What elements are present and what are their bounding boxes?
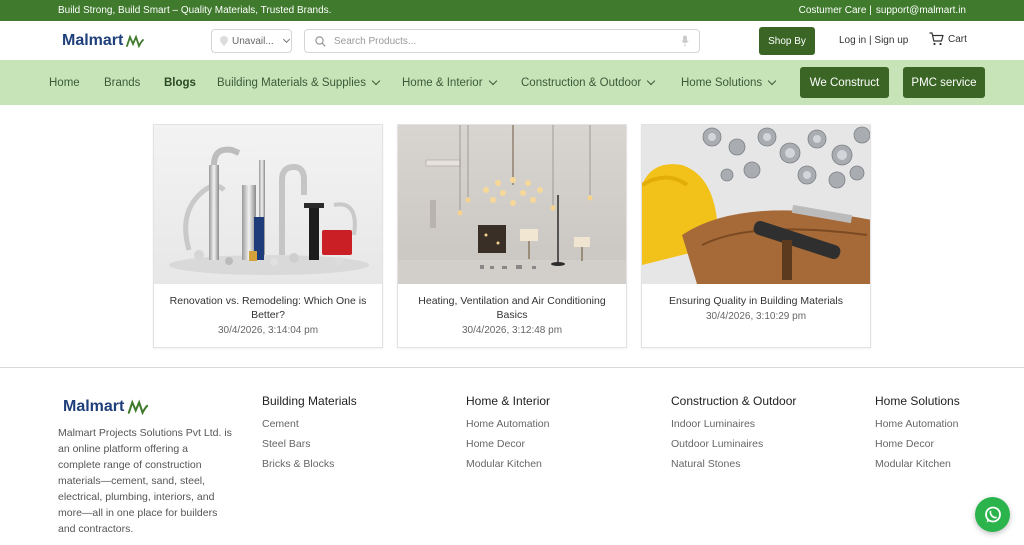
blog-date: 30/4/2026, 3:14:04 pm <box>217 325 319 336</box>
footer-link[interactable]: Steel Bars <box>262 438 357 450</box>
blog-card[interactable]: Renovation vs. Remodeling: Which One is … <box>153 124 383 348</box>
footer-link[interactable]: Home Automation <box>466 418 550 430</box>
whatsapp-chat-button[interactable] <box>975 497 1010 532</box>
customer-care-label: Costumer Care | <box>798 5 872 16</box>
location-value: Unavail... <box>232 35 274 47</box>
blog-date: 30/4/2026, 3:12:48 pm <box>461 325 563 336</box>
main-nav: Home Brands Blogs Building Materials & S… <box>0 60 1024 105</box>
hardhat-pipe-fittings-image[interactable] <box>642 125 870 284</box>
nav-brands[interactable]: Brands <box>104 60 140 105</box>
pmc-service-button[interactable]: PMC service <box>903 67 985 98</box>
footer-link[interactable]: Outdoor Luminaires <box>671 438 796 450</box>
blog-title[interactable]: Renovation vs. Remodeling: Which One is … <box>154 294 382 322</box>
cart-button[interactable]: Cart <box>929 32 967 46</box>
search-icon <box>315 35 326 47</box>
chevron-down-icon <box>646 76 656 86</box>
whatsapp-icon <box>984 506 1001 522</box>
plumbing-fixtures-image[interactable] <box>154 125 382 284</box>
site-footer: Malmart Malmart Projects Solutions Pvt L… <box>0 368 1024 545</box>
cart-label: Cart <box>948 33 967 45</box>
chevron-down-icon <box>371 76 381 86</box>
nav-home[interactable]: Home <box>49 60 80 105</box>
login-signup-link[interactable]: Log in | Sign up <box>839 35 908 46</box>
logo-swoosh-icon <box>126 33 145 48</box>
nav-construction-outdoor-label: Construction & Outdoor <box>521 76 642 89</box>
lighting-fixtures-image[interactable] <box>398 125 626 284</box>
footer-column-building-materials: Building Materials Cement Steel Bars Bri… <box>262 394 357 478</box>
search-input[interactable]: Search Products... <box>334 36 673 47</box>
mic-icon[interactable] <box>681 35 689 47</box>
nav-construction-outdoor[interactable]: Construction & Outdoor <box>521 60 656 105</box>
footer-logo-text: Malmart <box>63 398 125 415</box>
blog-card[interactable]: Ensuring Quality in Building Materials 3… <box>641 124 871 348</box>
footer-link[interactable]: Indoor Luminaires <box>671 418 796 430</box>
nav-home-solutions-label: Home Solutions <box>681 76 763 89</box>
footer-description: Malmart Projects Solutions Pvt Ltd. is a… <box>58 427 232 535</box>
blog-date: 30/4/2026, 3:10:29 pm <box>705 311 807 322</box>
nav-home-label: Home <box>49 76 80 89</box>
footer-column-home-interior: Home & Interior Home Automation Home Dec… <box>466 394 550 478</box>
footer-column-home-solutions: Home Solutions Home Automation Home Deco… <box>875 394 960 478</box>
footer-link[interactable]: Cement <box>262 418 357 430</box>
footer-column-heading: Home & Interior <box>466 394 551 408</box>
footer-link[interactable]: Modular Kitchen <box>466 458 550 470</box>
blog-card[interactable]: Heating, Ventilation and Air Conditionin… <box>397 124 627 348</box>
support-email-link[interactable]: support@malmart.in <box>876 5 966 16</box>
search-bar[interactable]: Search Products... <box>304 29 700 53</box>
chevron-down-icon <box>767 76 777 86</box>
footer-column-heading: Construction & Outdoor <box>671 394 797 408</box>
footer-link[interactable]: Home Automation <box>875 418 960 430</box>
footer-link[interactable]: Bricks & Blocks <box>262 458 357 470</box>
nav-blogs-label: Blogs <box>164 76 196 89</box>
chevron-down-icon <box>282 35 290 44</box>
nav-building-materials-label: Building Materials & Supplies <box>217 76 366 89</box>
nav-home-interior-label: Home & Interior <box>402 76 483 89</box>
site-logo[interactable]: Malmart <box>62 32 212 50</box>
logo-swoosh-icon <box>128 399 149 415</box>
blog-title[interactable]: Heating, Ventilation and Air Conditionin… <box>398 294 626 322</box>
cart-icon <box>929 32 944 46</box>
logo-text: Malmart <box>62 31 124 49</box>
footer-link[interactable]: Modular Kitchen <box>875 458 960 470</box>
footer-column-construction-outdoor: Construction & Outdoor Indoor Luminaires… <box>671 394 796 478</box>
nav-building-materials[interactable]: Building Materials & Supplies <box>217 60 381 105</box>
we-construct-button[interactable]: We Construct <box>800 67 889 98</box>
nav-home-interior[interactable]: Home & Interior <box>402 60 497 105</box>
chevron-down-icon <box>488 76 497 86</box>
footer-column-heading: Building Materials <box>262 394 357 408</box>
top-announcement-bar: Build Strong, Build Smart – Quality Mate… <box>0 0 1024 21</box>
blog-title[interactable]: Ensuring Quality in Building Materials <box>642 294 870 308</box>
tagline: Build Strong, Build Smart – Quality Mate… <box>58 5 332 16</box>
location-select[interactable]: Unavail... <box>211 29 292 53</box>
blog-list: Renovation vs. Remodeling: Which One is … <box>0 124 1024 348</box>
location-pin-icon <box>220 36 228 46</box>
footer-link[interactable]: Natural Stones <box>671 458 796 470</box>
shop-by-button[interactable]: Shop By <box>759 27 815 55</box>
footer-link[interactable]: Home Decor <box>466 438 550 450</box>
footer-link[interactable]: Home Decor <box>875 438 960 450</box>
site-header: Malmart Unavail... Search Products... Sh… <box>0 21 1024 60</box>
footer-column-heading: Home Solutions <box>875 394 960 408</box>
nav-brands-label: Brands <box>104 76 141 89</box>
nav-home-solutions[interactable]: Home Solutions <box>681 60 777 105</box>
footer-logo[interactable]: Malmart <box>63 398 149 416</box>
nav-blogs[interactable]: Blogs <box>164 60 196 105</box>
